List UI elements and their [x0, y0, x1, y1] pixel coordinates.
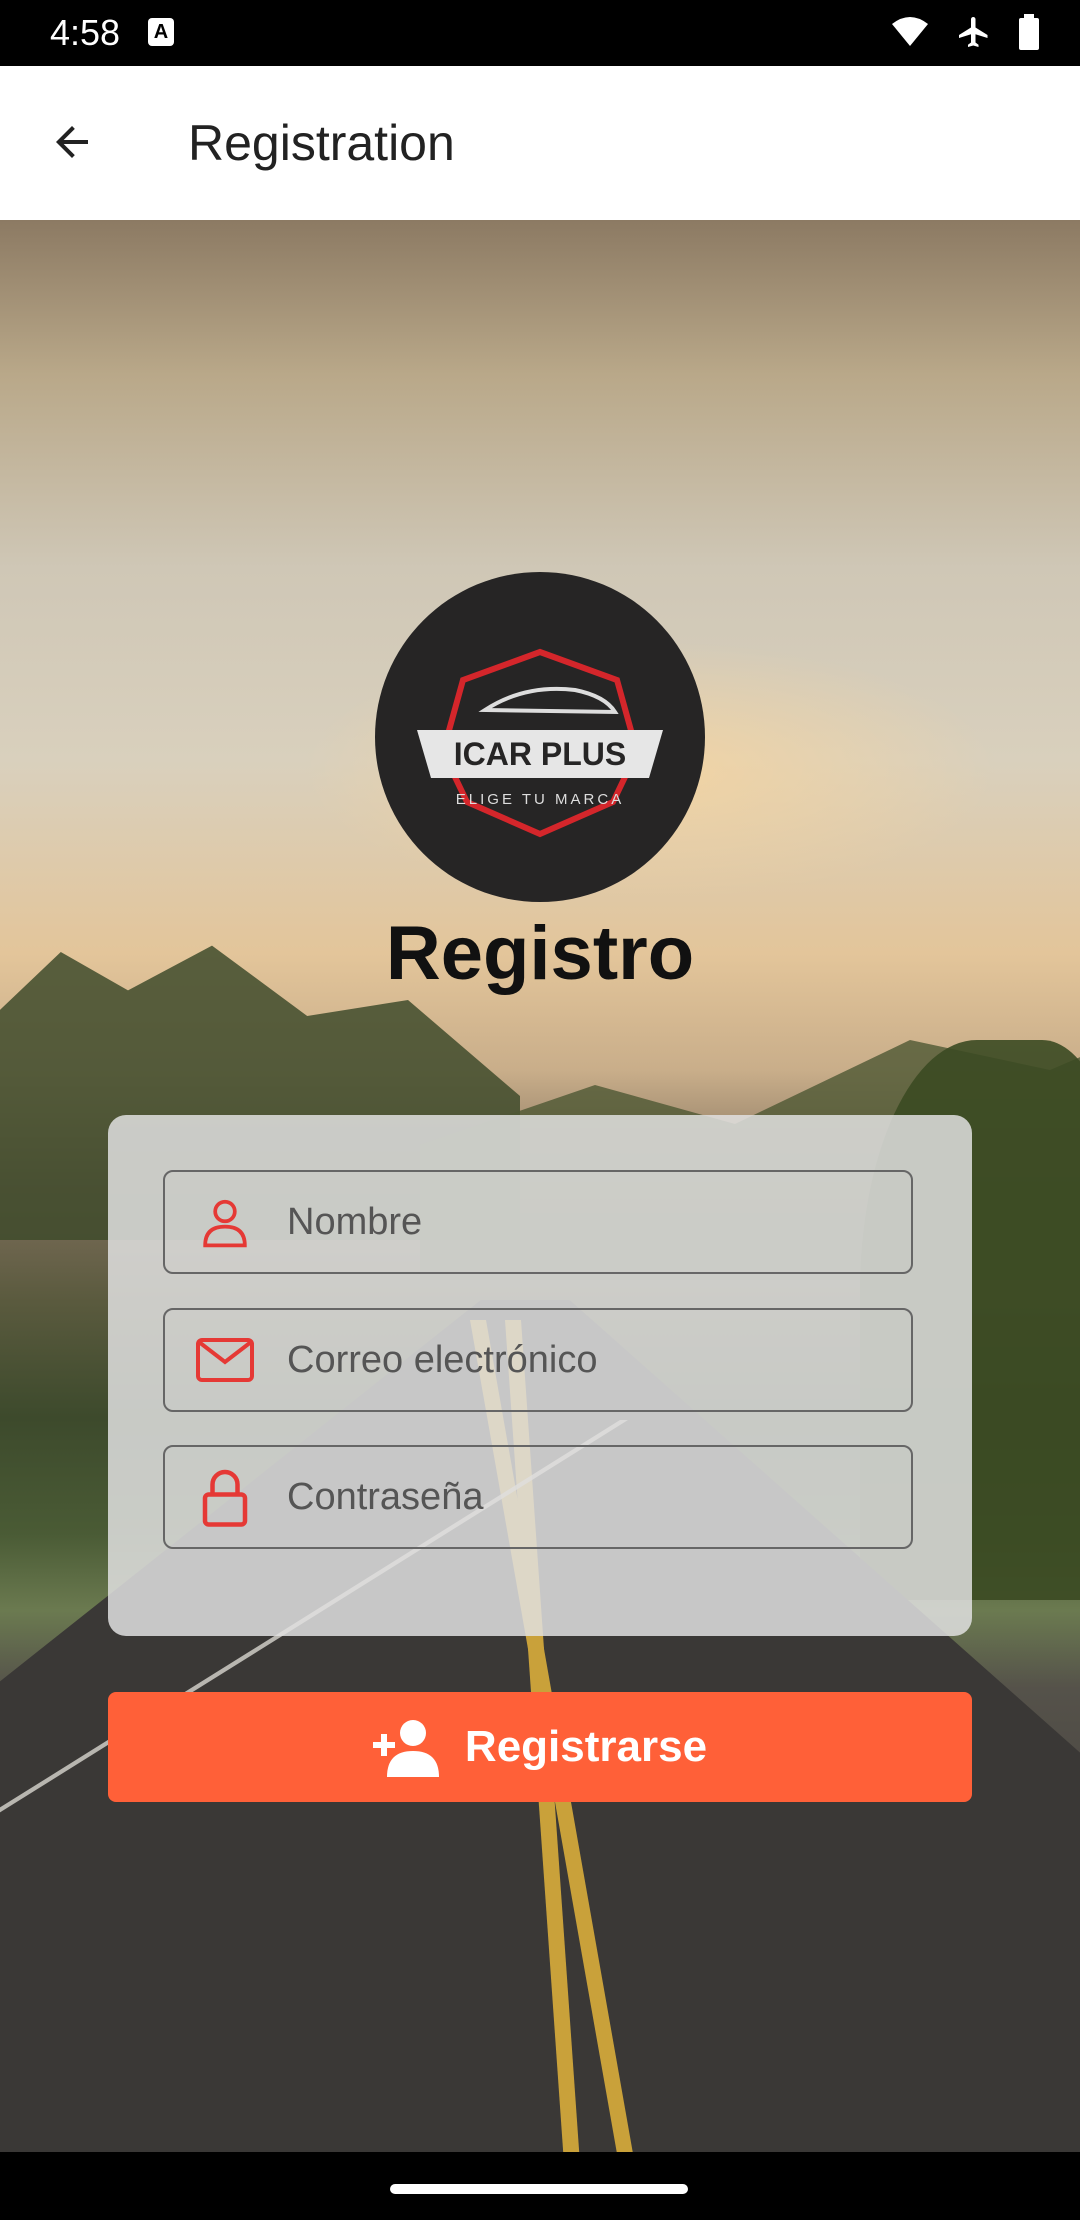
- status-icons: [890, 14, 1040, 50]
- app-bar: Registration: [0, 66, 1080, 220]
- register-button-label: Registrarse: [464, 1722, 708, 1771]
- person-icon: [195, 1192, 255, 1252]
- page-title: Registro: [385, 911, 695, 996]
- password-field[interactable]: [163, 1445, 913, 1549]
- wifi-icon: [892, 17, 928, 46]
- status-time: 4:58: [50, 12, 121, 53]
- arrow-back-icon: [56, 126, 88, 158]
- register-button[interactable]: Registrarse: [108, 1692, 972, 1802]
- name-field[interactable]: [163, 1170, 913, 1274]
- app-title: Registration: [188, 115, 455, 171]
- add-user-icon: [372, 1720, 439, 1777]
- airplane-icon: [959, 17, 988, 47]
- password-input[interactable]: [285, 1474, 889, 1520]
- status-bar: 4:58 A: [0, 0, 1080, 66]
- email-input[interactable]: [285, 1337, 889, 1383]
- back-button[interactable]: [40, 110, 104, 174]
- mail-icon: [195, 1330, 255, 1390]
- navigation-bar: [0, 2152, 1080, 2220]
- lock-icon: [195, 1467, 255, 1527]
- app-logo: ICAR PLUS ELIGE TU MARCA: [375, 572, 705, 902]
- car-icon: [478, 686, 619, 715]
- logo-brand-text: ICAR PLUS: [454, 736, 626, 772]
- home-gesture-handle[interactable]: [390, 2184, 688, 2194]
- name-input[interactable]: [285, 1199, 889, 1245]
- logo-tagline-text: ELIGE TU MARCA: [456, 791, 624, 808]
- battery-icon: [1019, 14, 1039, 50]
- notification-icon: A: [148, 18, 174, 46]
- registration-form: [108, 1115, 972, 1636]
- email-field[interactable]: [163, 1308, 913, 1412]
